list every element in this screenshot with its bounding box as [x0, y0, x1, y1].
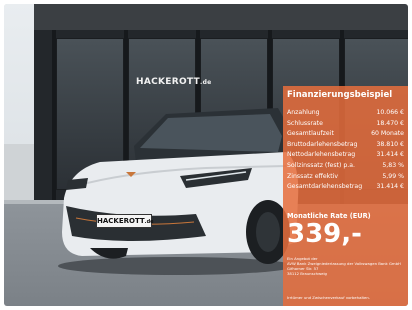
dealer-sign-name: HACKEROTT: [136, 77, 200, 87]
finance-row-label: Bruttodarlehensbetrag: [287, 140, 358, 148]
building-canopy: [34, 4, 408, 30]
finance-row-value: 38.810 €: [376, 140, 404, 148]
license-plate-suffix: .de: [144, 219, 154, 225]
lender-info: Ein Angebot der AVW Bank Zweigniederlass…: [287, 256, 401, 276]
finance-panel: Finanzierungsbeispiel Anzahlung 10.066 € …: [283, 86, 408, 306]
finance-rows: Anzahlung 10.066 € Schlussrate 18.470 € Ge…: [287, 108, 404, 193]
finance-row-label: Gesamtlaufzeit: [287, 130, 334, 138]
monthly-rate-value: 339,-: [287, 219, 362, 249]
disclaimer: Irrtümer und Zwischenverkauf vorbehalten…: [287, 295, 370, 300]
finance-row-value: 31.414 €: [376, 151, 404, 159]
dealer-sign-suffix: .de: [200, 79, 212, 86]
finance-row-value: 10.066 €: [376, 109, 404, 116]
car-image: [56, 106, 300, 276]
finance-row: Nettodarlehensbetrag 31.414 €: [287, 150, 404, 161]
finance-row: Bruttodarlehensbetrag 38.810 €: [287, 140, 404, 151]
license-plate: HACKEROTT.de: [96, 214, 154, 228]
finance-row: Schlussrate 18.470 €: [287, 119, 404, 130]
finance-row-label: Nettodarlehensbetrag: [287, 151, 356, 159]
finance-row-value: 5,99 %: [382, 172, 404, 180]
car-rim: [256, 212, 280, 252]
finance-row-label: Gesamtdarlehensbetrag: [287, 183, 363, 191]
finance-row: Gesamtlaufzeit 60 Monate: [287, 129, 404, 140]
dealer-sign: HACKEROTT.de: [136, 77, 212, 87]
finance-row: Anzahlung 10.066 €: [287, 108, 404, 119]
license-plate-name: HACKEROTT: [97, 217, 145, 225]
finance-row: Zinssatz effektiv 5,99 %: [287, 172, 404, 183]
finance-row-label: Schlussrate: [287, 119, 323, 127]
finance-row-value: 60 Monate: [371, 130, 404, 138]
finance-row-label: Sollzinssatz (fest) p.a.: [287, 161, 356, 169]
finance-row-value: 31.414 €: [376, 183, 404, 191]
finance-row: Sollzinssatz (fest) p.a. 5,83 %: [287, 161, 404, 172]
finance-row-label: Anzahlung: [287, 109, 320, 116]
finance-row: Gesamtdarlehensbetrag 31.414 €: [287, 182, 404, 193]
finance-row-value: 5,83 %: [382, 161, 404, 169]
finance-title: Finanzierungsbeispiel: [287, 90, 393, 100]
finance-row-label: Zinssatz effektiv: [287, 172, 339, 180]
finance-row-value: 18.470 €: [376, 119, 404, 127]
ad-image: HACKEROTT.de HACKEROTT.de Finanzierungsb…: [4, 4, 408, 306]
car-illustration: [58, 108, 300, 275]
